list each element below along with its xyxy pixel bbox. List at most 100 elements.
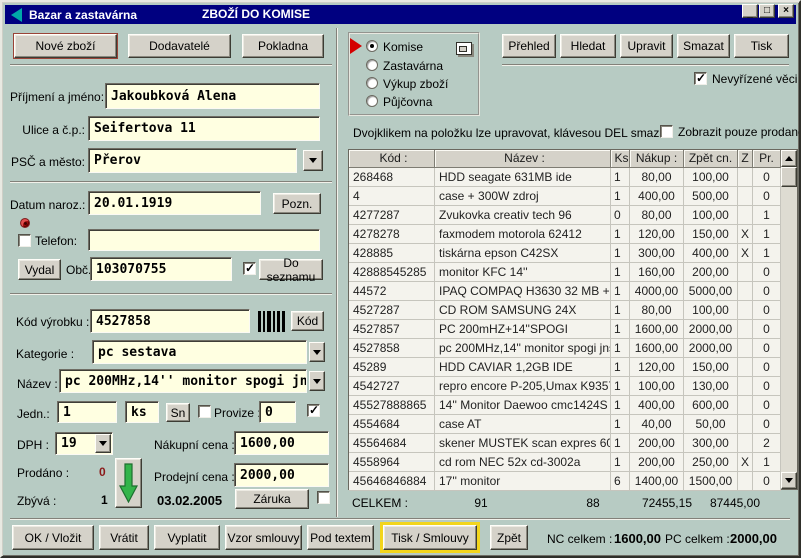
phone-checkbox[interactable] xyxy=(18,234,31,247)
print-button[interactable]: Tisk xyxy=(734,34,789,58)
pending-checkbox[interactable] xyxy=(694,72,707,85)
back-button[interactable]: Zpět xyxy=(490,525,528,550)
cascade-windows-icon[interactable] xyxy=(450,42,472,59)
vat-dropdown-button[interactable] xyxy=(95,434,111,453)
commission-field[interactable]: 0 xyxy=(259,401,296,423)
product-code-field[interactable]: 4527858 xyxy=(90,309,250,333)
under-text-button[interactable]: Pod textem xyxy=(307,525,374,550)
table-row[interactable]: 4527287CD ROM SAMSUNG 24X180,00100,000 xyxy=(349,301,797,320)
table-row[interactable]: 42888545285monitor KFC 14''1160,00200,00… xyxy=(349,263,797,282)
warranty-button[interactable]: Záruka xyxy=(235,489,309,509)
table-row[interactable]: 4case + 300W zdroj1400,00500,000 xyxy=(349,187,797,206)
name-field[interactable]: Jakoubková Alena xyxy=(105,83,320,109)
table-row[interactable]: 428885tiskárna epson C42SX1300,00400,00X… xyxy=(349,244,797,263)
table-header-cell[interactable]: Zpět cn. xyxy=(684,150,738,168)
warranty-checkbox[interactable] xyxy=(317,491,330,504)
minimize-button[interactable]: _ xyxy=(742,4,758,18)
sold-only-checkbox[interactable] xyxy=(660,125,673,138)
category-dropdown-button[interactable] xyxy=(309,342,325,362)
table-row[interactable]: 4552788886514'' Monitor Daewoo cmc1424S1… xyxy=(349,396,797,415)
divider xyxy=(502,64,789,66)
table-cell-code: 45289 xyxy=(349,358,435,377)
table-header-cell[interactable]: Ks xyxy=(611,150,630,168)
table-cell-zpet: 600,00 xyxy=(684,396,738,415)
table-header-cell[interactable]: Z xyxy=(738,150,753,168)
scroll-up-icon[interactable] xyxy=(781,150,797,167)
id-card-field[interactable]: 103070755 xyxy=(90,257,232,281)
entry-date: 03.02.2005 xyxy=(157,493,222,508)
table-cell-code: 4527857 xyxy=(349,320,435,339)
maximize-button[interactable]: □ xyxy=(759,4,775,18)
radio-vykup[interactable] xyxy=(366,77,378,89)
table-cell-ks: 1 xyxy=(611,358,630,377)
table-cell-pr: 1 xyxy=(753,244,781,263)
table-row[interactable]: 45564684skener MUSTEK scan expres 6000p1… xyxy=(349,434,797,453)
scroll-down-icon[interactable] xyxy=(781,472,797,489)
serial-number-button[interactable]: Sn xyxy=(166,403,190,422)
print-contracts-button[interactable]: Tisk / Smlouvy xyxy=(383,525,477,550)
phone-field[interactable] xyxy=(88,229,320,251)
note-button[interactable]: Pozn. xyxy=(273,193,321,214)
payout-button[interactable]: Vyplatit xyxy=(154,525,220,550)
table-row[interactable]: 268468HDD seagate 631MB ide180,00100,000 xyxy=(349,168,797,187)
radio-komise-label: Komise xyxy=(383,40,423,54)
table-row[interactable]: 4278278faxmodem motorola 624121120,00150… xyxy=(349,225,797,244)
table-cell-zpet: 100,00 xyxy=(684,168,738,187)
radio-pujcovna[interactable] xyxy=(366,95,378,107)
category-field[interactable]: pc sestava xyxy=(92,340,307,364)
table-header-row: Kód :Název :KsNákup :Zpět cn.ZPr. xyxy=(349,150,797,168)
contract-template-button[interactable]: Vzor smlouvy xyxy=(225,525,302,550)
city-field[interactable]: Přerov xyxy=(88,148,297,173)
overview-button[interactable]: Přehled xyxy=(502,34,556,58)
table-row[interactable]: 4527857PC 200mHZ+14''SPOGI11600,002000,0… xyxy=(349,320,797,339)
pending-checkbox-label: Nevyřízené věci xyxy=(712,72,797,86)
table-row[interactable]: 4542727repro encore P-205,Umax K93575671… xyxy=(349,377,797,396)
table-row[interactable]: 44572IPAQ COMPAQ H3630 32 MB + SOF14000,… xyxy=(349,282,797,301)
delete-button[interactable]: Smazat xyxy=(677,34,730,58)
table-header-cell[interactable]: Nákup : xyxy=(630,150,684,168)
table-cell-code: 428885 xyxy=(349,244,435,263)
suppliers-button[interactable]: Dodavatelé xyxy=(128,34,231,58)
close-button[interactable]: × xyxy=(778,4,794,18)
table-row[interactable]: 4554684case AT140,0050,000 xyxy=(349,415,797,434)
commission-checkbox[interactable] xyxy=(198,405,211,418)
city-dropdown-button[interactable] xyxy=(303,150,323,171)
table-header-cell[interactable]: Kód : xyxy=(349,150,435,168)
table-cell-z xyxy=(738,396,753,415)
birth-date-field[interactable]: 20.01.1919 xyxy=(88,191,261,215)
item-name-dropdown-button[interactable] xyxy=(309,371,325,391)
table-header-cell[interactable]: Název : xyxy=(435,150,611,168)
unit-field[interactable]: ks xyxy=(125,401,159,423)
street-field[interactable]: Seifertova 11 xyxy=(88,116,320,141)
to-list-checkbox[interactable] xyxy=(243,262,256,275)
table-cell-zpet: 2000,00 xyxy=(684,320,738,339)
table-header-cell[interactable]: Pr. xyxy=(753,150,781,168)
divider xyxy=(10,293,332,295)
to-list-button[interactable]: Do seznamu xyxy=(259,259,323,280)
table-row[interactable]: 4564684688417'' monitor61400,001500,000 xyxy=(349,472,797,491)
ok-insert-button[interactable]: OK / Vložit xyxy=(12,525,94,550)
table-row[interactable]: 45289HDD CAVIAR 1,2GB IDE1120,00150,000 xyxy=(349,358,797,377)
table-scrollbar[interactable] xyxy=(781,150,797,489)
table-cell-zpet: 100,00 xyxy=(684,301,738,320)
table-row[interactable]: 4277287Zvukovka creativ tech 96080,00100… xyxy=(349,206,797,225)
move-down-button[interactable] xyxy=(115,458,142,508)
new-item-button[interactable]: Nové zboží xyxy=(14,34,117,58)
table-row[interactable]: 4527858pc 200MHz,14'' monitor spogi jns1… xyxy=(349,339,797,358)
radio-komise[interactable] xyxy=(366,40,378,52)
issued-by-button[interactable]: Vydal xyxy=(18,259,61,280)
edit-button[interactable]: Upravit xyxy=(620,34,673,58)
commission-confirm-checkbox[interactable] xyxy=(307,404,320,417)
table-cell-ks: 6 xyxy=(611,472,630,491)
search-button[interactable]: Hledat xyxy=(560,34,616,58)
unit-qty-field[interactable]: 1 xyxy=(57,401,117,423)
table-row[interactable]: 4558964cd rom NEC 52x cd-3002a1200,00250… xyxy=(349,453,797,472)
purchase-price-field[interactable]: 1600,00 xyxy=(234,431,329,455)
sell-price-field[interactable]: 2000,00 xyxy=(234,463,329,487)
radio-zastavarna[interactable] xyxy=(366,59,378,71)
scrollbar-thumb[interactable] xyxy=(781,167,797,187)
item-name-field[interactable]: pc 200MHz,14'' monitor spogi jn xyxy=(59,369,307,393)
cashdesk-button[interactable]: Pokladna xyxy=(242,34,324,58)
return-button[interactable]: Vrátit xyxy=(99,525,149,550)
code-button[interactable]: Kód xyxy=(291,311,324,331)
